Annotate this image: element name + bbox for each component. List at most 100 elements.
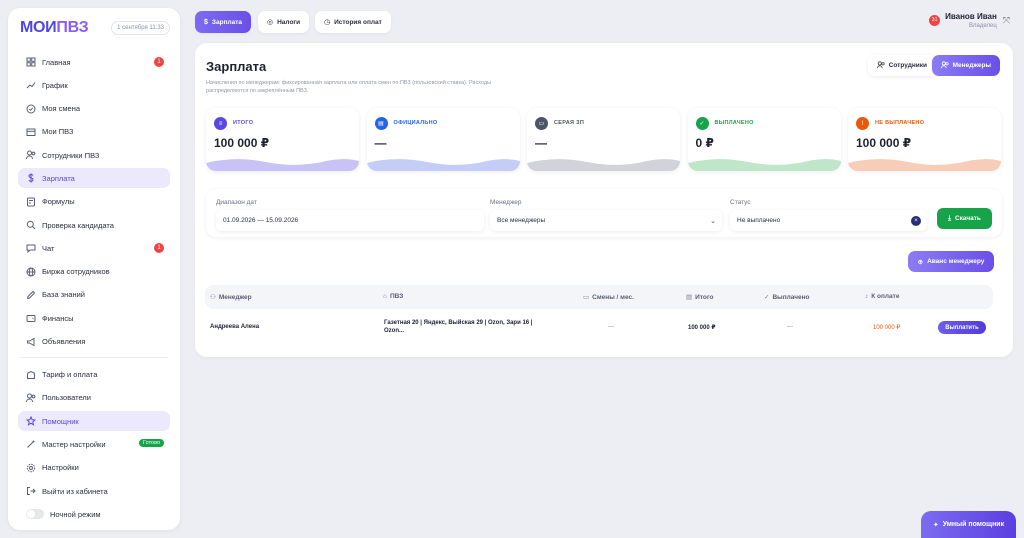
sidebar-item-globe[interactable]: Биржа сотрудников xyxy=(18,262,170,282)
calendar-icon: ▭ xyxy=(583,294,590,301)
target-icon: ◎ xyxy=(267,19,274,26)
bell-icon: ♪ xyxy=(865,293,869,300)
table-row[interactable]: Андреева Алена Газетная 20 | Яндекс, Вый… xyxy=(205,313,993,339)
sidebar-item-box[interactable]: Мои ПВЗ xyxy=(18,122,170,142)
wand-icon xyxy=(26,439,36,449)
column-label: Итого xyxy=(695,293,714,301)
stat-card: ≡ ИТОГО 100 000 ₽ xyxy=(206,108,359,171)
sidebar-item-label: График xyxy=(42,80,68,90)
tab-label: История оплат xyxy=(334,18,382,26)
status-select[interactable]: Не выплачено × xyxy=(730,210,927,231)
gear-icon xyxy=(26,463,36,473)
advance-manager-button[interactable]: ⊕ Аванс менеджеру xyxy=(908,251,994,272)
column-label: ПВЗ xyxy=(389,293,404,300)
tab-label: Налоги xyxy=(277,18,301,26)
card-icon xyxy=(26,370,36,380)
nav-divider xyxy=(20,356,168,358)
column-to-pay[interactable]: ♪ К оплате xyxy=(865,293,899,300)
stat-label: СЕРАЯ ЗП xyxy=(554,120,585,126)
users-icon xyxy=(26,150,36,160)
notification-badge: 31 xyxy=(929,14,941,26)
user-menu[interactable]: 31 Иванов Иван Владелец ⤧ xyxy=(929,12,1010,29)
sidebar-item-gear[interactable]: Настройки xyxy=(18,458,170,478)
cell-to-pay: 100 000 ₽ xyxy=(873,325,901,331)
column-pvz[interactable]: ⌂ ПВЗ xyxy=(383,293,403,300)
user-name: Иванов Иван xyxy=(945,12,997,21)
date-pill: 1 сентября 11:33 xyxy=(111,21,170,35)
sidebar: МОИПВЗ 1 сентября 11:33 Главная 1 График Мо… xyxy=(8,8,180,530)
stat-card: ! НЕ ВЫПЛАЧЕНО 100 000 ₽ xyxy=(848,108,1001,171)
box-icon xyxy=(26,127,36,137)
nav-secondary: Тариф и оплата Пользователи Помощник Мастер… xyxy=(18,365,170,501)
stat-wave xyxy=(848,159,1001,171)
status-badge: Готово xyxy=(139,439,164,448)
tab-salary[interactable]: $ Зарплата xyxy=(195,11,252,33)
stat-card: ▤ ОФИЦИАЛЬНО — xyxy=(366,108,520,171)
sidebar-item-wand[interactable]: Мастер настройки Готово xyxy=(18,434,170,454)
sidebar-item-wallet[interactable]: Финансы xyxy=(18,308,170,328)
users-icon xyxy=(26,393,36,403)
check-circle-icon: ✓ xyxy=(764,294,770,301)
tab-label: Зарплата xyxy=(211,18,243,26)
search-icon xyxy=(26,220,36,230)
column-label: Менеджер xyxy=(218,293,252,301)
sidebar-item-logout[interactable]: Выйти из кабинета xyxy=(18,481,170,501)
employees-button[interactable]: Сотрудники xyxy=(867,55,936,76)
sidebar-item-megaphone[interactable]: Объявления xyxy=(18,332,170,352)
users-icon xyxy=(876,60,885,71)
star-icon xyxy=(26,416,36,427)
stat-value: 100 000 ₽ xyxy=(856,136,912,150)
collapse-icon[interactable]: ⤧ xyxy=(1003,15,1010,26)
night-mode-toggle[interactable]: Ночной режим xyxy=(18,504,170,524)
sidebar-item-label: Моя смена xyxy=(42,104,81,114)
sidebar-item-users[interactable]: Сотрудники ПВЗ xyxy=(18,145,170,165)
sidebar-item-card[interactable]: Тариф и оплата xyxy=(18,365,170,385)
sidebar-item-check-circle[interactable]: Моя смена xyxy=(18,99,170,119)
managers-button[interactable]: Менеджеры xyxy=(931,55,1000,76)
sidebar-item-trend[interactable]: График xyxy=(18,75,170,95)
sidebar-item-users[interactable]: Пользователи xyxy=(18,388,170,408)
sparkle-icon: ✦ xyxy=(932,521,939,529)
clear-icon[interactable]: × xyxy=(911,215,921,226)
sidebar-item-search[interactable]: Проверка кандидата xyxy=(18,215,170,235)
manager-label: Менеджер xyxy=(490,199,522,206)
tab-payment-history[interactable]: ◷ История оплат xyxy=(315,11,391,33)
column-shifts[interactable]: ▭ Смены / мес. xyxy=(583,293,634,302)
notification-bell-icon[interactable]: 31 xyxy=(929,14,941,27)
logout-icon xyxy=(26,486,36,496)
stat-icon: ✓ xyxy=(695,117,709,130)
sidebar-item-grid[interactable]: Главная 1 xyxy=(18,52,170,72)
sidebar-item-pen[interactable]: База знаний xyxy=(18,285,170,305)
stat-wave xyxy=(687,159,841,171)
stat-value: 0 ₽ xyxy=(695,136,714,150)
smart-assistant-button[interactable]: ✦ Умный помощник xyxy=(921,511,1016,538)
column-total[interactable]: ▤ Итого xyxy=(686,293,714,302)
table-header: ⚇ Менеджер ⌂ ПВЗ ▭ Смены / мес. ▤ Итого ✓ Вып… xyxy=(205,285,993,309)
user-info: Иванов Иван Владелец xyxy=(945,12,997,29)
download-button[interactable]: ⤓ Скачать xyxy=(937,208,992,229)
sidebar-item-star[interactable]: Помощник xyxy=(18,411,170,432)
stat-icon: ▤ xyxy=(374,117,388,130)
stat-value: — xyxy=(535,136,547,150)
receipt-icon: ▤ xyxy=(686,294,693,301)
main-card: Зарплата Начисления по менеджерам: фикси… xyxy=(195,43,1013,357)
cell-manager: Андреева Алена xyxy=(210,324,260,330)
sidebar-item-label: Финансы xyxy=(42,313,74,323)
employees-button-label: Сотрудники xyxy=(888,62,927,69)
toggle-switch[interactable] xyxy=(26,509,44,520)
logo[interactable]: МОИПВЗ xyxy=(20,19,89,37)
date-range-input[interactable]: 01.09.2026 — 15.09.2026 xyxy=(216,210,484,231)
manager-select[interactable]: Все менеджеры ⌄ xyxy=(490,210,722,231)
tab-taxes[interactable]: ◎ Налоги xyxy=(258,11,310,33)
sidebar-item-formula[interactable]: Формулы xyxy=(18,192,170,212)
sidebar-item-dollar[interactable]: Зарплата xyxy=(18,168,170,189)
user-role: Владелец xyxy=(969,23,997,29)
stat-value: 100 000 ₽ xyxy=(214,136,270,150)
check-circle-icon xyxy=(26,104,36,114)
sidebar-item-label: Формулы xyxy=(42,197,75,207)
column-manager[interactable]: ⚇ Менеджер xyxy=(210,293,252,302)
pay-button[interactable]: Выплатить xyxy=(938,321,986,334)
column-paid[interactable]: ✓ Выплачено xyxy=(764,293,810,302)
logo-text-2: ПВЗ xyxy=(56,19,89,36)
sidebar-item-chat[interactable]: Чат 1 xyxy=(18,238,170,258)
